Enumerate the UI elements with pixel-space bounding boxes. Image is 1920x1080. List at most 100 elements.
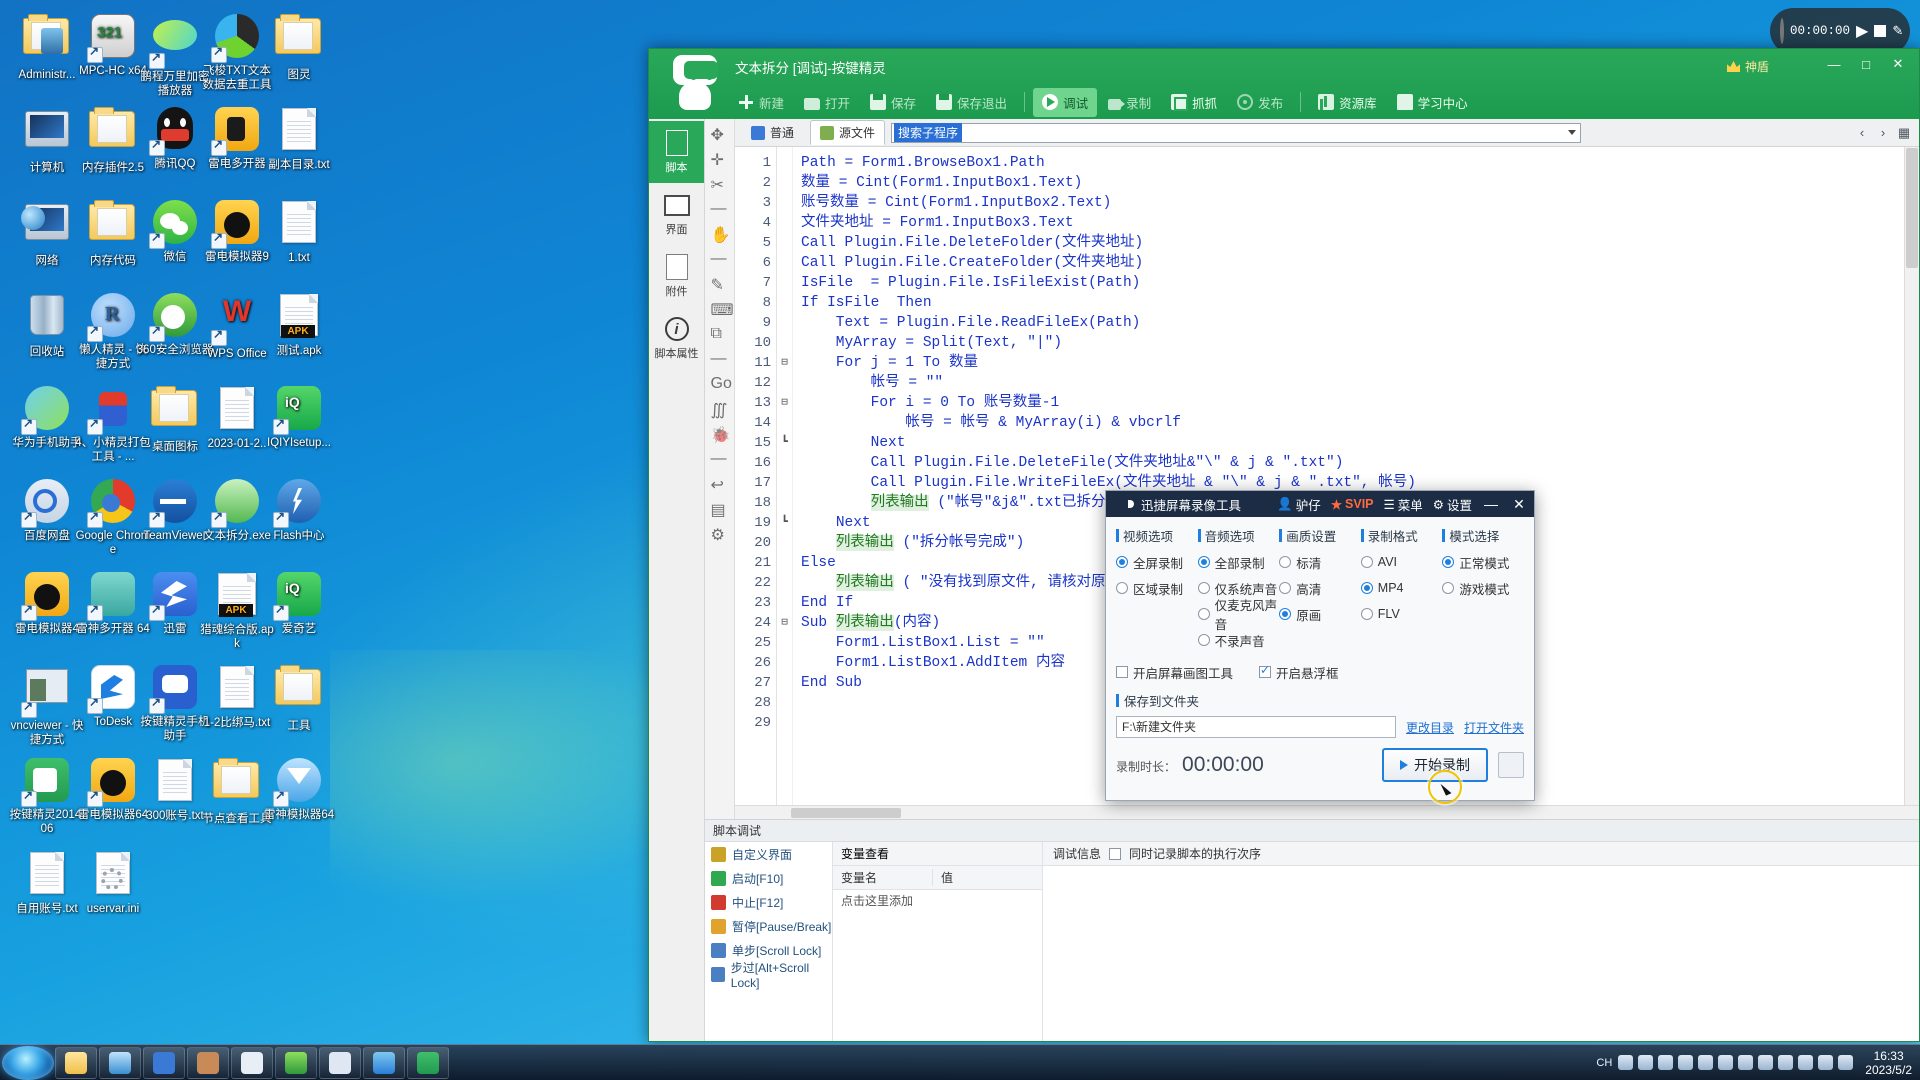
code-line[interactable]: MyArray = Split(Text, "|"): [801, 333, 1919, 353]
desktop-icon-txt[interactable]: 1.txt: [260, 198, 338, 266]
taskbar[interactable]: CH 16:33 2023/5/2: [0, 1044, 1920, 1080]
monitor-icon[interactable]: [1738, 1055, 1754, 1070]
arrow-icon[interactable]: [1838, 1055, 1854, 1070]
flag-icon[interactable]: [1798, 1055, 1814, 1070]
fold-marker[interactable]: [777, 333, 792, 353]
keyboard-icon[interactable]: [1638, 1055, 1654, 1070]
undo-icon[interactable]: ↩: [711, 475, 729, 494]
fold-marker[interactable]: ⊟: [777, 393, 792, 413]
radio-icon[interactable]: [1279, 582, 1292, 594]
fold-marker[interactable]: [777, 673, 792, 693]
fold-marker[interactable]: [777, 253, 792, 273]
desktop-icon-folder[interactable]: 工具: [260, 663, 338, 734]
svip-badge[interactable]: ★ SVIP: [1331, 497, 1374, 512]
kjjl-editor-tabs[interactable]: 普通 源文件 搜索子程序 ‹ › ▦: [735, 119, 1919, 147]
clip-icon[interactable]: ▤: [711, 500, 729, 519]
chevron-down-icon[interactable]: [1568, 129, 1577, 135]
toolbar-新建[interactable]: 新建: [729, 88, 793, 117]
side-tab-附件[interactable]: 附件: [649, 245, 704, 307]
code-vertical-scrollbar[interactable]: [1904, 147, 1919, 805]
radio-icon[interactable]: [1116, 582, 1128, 594]
save-path-input[interactable]: F:\新建文件夹: [1116, 716, 1396, 738]
minimize-button[interactable]: —: [1819, 53, 1849, 75]
move-tool-icon[interactable]: ✛: [711, 150, 729, 169]
code-line[interactable]: Next: [801, 433, 1919, 453]
fold-marker[interactable]: ┗: [777, 513, 792, 533]
fold-marker[interactable]: [777, 413, 792, 433]
clock[interactable]: 16:33 2023/5/2: [1859, 1049, 1912, 1077]
radio-icon[interactable]: [1197, 608, 1210, 620]
mode-option-正常模式[interactable]: 正常模式: [1442, 549, 1524, 575]
recorder-footer[interactable]: 录制时长： 00:00:00 开始录制: [1106, 738, 1534, 782]
radio-icon[interactable]: [1116, 556, 1128, 568]
taskbar-window-icon[interactable]: [319, 1046, 361, 1079]
taskbar-explorer-icon[interactable]: [55, 1046, 97, 1079]
quality-options-group[interactable]: 标清 高清 原画: [1279, 549, 1361, 627]
code-line[interactable]: For i = 0 To 账号数量-1: [801, 393, 1919, 413]
radio-icon[interactable]: [1360, 582, 1373, 594]
green-icon[interactable]: [1818, 1055, 1834, 1070]
net-icon[interactable]: [1718, 1055, 1734, 1070]
radio-icon[interactable]: [1197, 634, 1210, 646]
go-label-icon[interactable]: Go: [711, 375, 732, 392]
taskbar-help-icon[interactable]: [143, 1046, 185, 1079]
code-line[interactable]: Text = Plugin.File.ReadFileEx(Path): [801, 313, 1919, 333]
settings-button[interactable]: ⚙ 设置: [1433, 495, 1472, 514]
fold-marker[interactable]: [777, 273, 792, 293]
checkbox-icon[interactable]: [1116, 666, 1128, 678]
desktop-icon-flash[interactable]: Flash中心: [260, 477, 338, 544]
hand-icon[interactable]: ✋: [711, 225, 731, 244]
quality-option-原画[interactable]: 原画: [1279, 601, 1361, 627]
menu-button[interactable]: ☰ 菜单: [1384, 495, 1423, 514]
lines-icon[interactable]: ∭: [711, 400, 729, 419]
tab-normal[interactable]: 普通: [741, 120, 804, 145]
toolbar-保存退出[interactable]: 保存退出: [927, 88, 1016, 117]
taskbar-kjjl-icon[interactable]: [407, 1046, 449, 1079]
quality-option-高清[interactable]: 高清: [1279, 575, 1361, 601]
fold-marker[interactable]: [777, 593, 792, 613]
camera-icon[interactable]: [1758, 1055, 1774, 1070]
code-horizontal-scrollbar[interactable]: [735, 805, 1919, 819]
toolbar-保存[interactable]: 保存: [861, 88, 925, 117]
code-line[interactable]: For j = 1 To 数量: [801, 353, 1919, 373]
taskbar-person-icon[interactable]: [187, 1046, 229, 1079]
debug-command-ui-custom[interactable]: 自定义界面: [705, 842, 832, 866]
radio-icon[interactable]: [1197, 556, 1210, 568]
copy-icon[interactable]: ⧉: [711, 325, 729, 342]
code-line[interactable]: 文件夹地址 = Form1.InputBox3.Text: [801, 213, 1919, 233]
fold-marker[interactable]: [777, 473, 792, 493]
tab-source-file[interactable]: 源文件: [810, 120, 886, 145]
kjjl-toolbar[interactable]: 新建 打开 保存 保存退出 调试 录制 抓抓 发布 资源库 学习中心: [649, 85, 1919, 119]
radio-icon[interactable]: [1279, 608, 1292, 620]
side-tab-脚本[interactable]: 脚本: [649, 121, 704, 183]
fold-marker[interactable]: ┗: [777, 433, 792, 453]
desktop-icon-ld64b[interactable]: 雷神模拟器64: [260, 756, 338, 823]
open-dir-link[interactable]: 打开文件夹: [1464, 719, 1524, 736]
debug-command-stop[interactable]: 中止[F12]: [705, 890, 832, 914]
gear-icon[interactable]: ⚙: [711, 525, 729, 544]
desktop-icon-folder[interactable]: 图灵: [260, 12, 338, 83]
sound-icon[interactable]: [1778, 1055, 1794, 1070]
format-option-FLV[interactable]: FLV: [1360, 601, 1443, 627]
checkbox-icon[interactable]: [1259, 663, 1272, 678]
fold-marker[interactable]: [777, 573, 792, 593]
audio-option-全部录制[interactable]: 全部录制: [1197, 549, 1280, 575]
pen-icon[interactable]: ✎: [1892, 21, 1903, 41]
taskbar-cloud-icon[interactable]: [363, 1046, 405, 1079]
side-tab-界面[interactable]: 界面: [649, 183, 704, 245]
kjjl-window-buttons[interactable]: — □ ✕: [1819, 53, 1913, 75]
kjjl-vertical-toolbar[interactable]: ✥ ✛ ✂ — ✋ — ✎ ⌨ ⧉ — Go ∭ 🐞 — ↩ ▤ ⚙: [705, 119, 735, 819]
format-options-group[interactable]: AVI MP4 FLV: [1360, 549, 1443, 627]
fold-marker[interactable]: ⊟: [777, 613, 792, 633]
toolbar-打开[interactable]: 打开: [795, 88, 859, 117]
help-blue-icon[interactable]: [1658, 1055, 1674, 1070]
nav-prev-button[interactable]: ‹: [1853, 124, 1871, 142]
change-dir-link[interactable]: 更改目录: [1406, 719, 1454, 736]
editor-nav-buttons[interactable]: ‹ › ▦: [1853, 124, 1913, 142]
fold-marker[interactable]: [777, 713, 792, 733]
toolbar-调试[interactable]: 调试: [1033, 87, 1098, 117]
close-button[interactable]: ✕: [1883, 53, 1913, 75]
stop-icon[interactable]: [1874, 21, 1887, 41]
video-options-group[interactable]: 全屏录制 区域录制: [1116, 549, 1198, 601]
code-line[interactable]: 帐号 = 帐号 & MyArray(i) & vbcrlf: [801, 413, 1919, 433]
